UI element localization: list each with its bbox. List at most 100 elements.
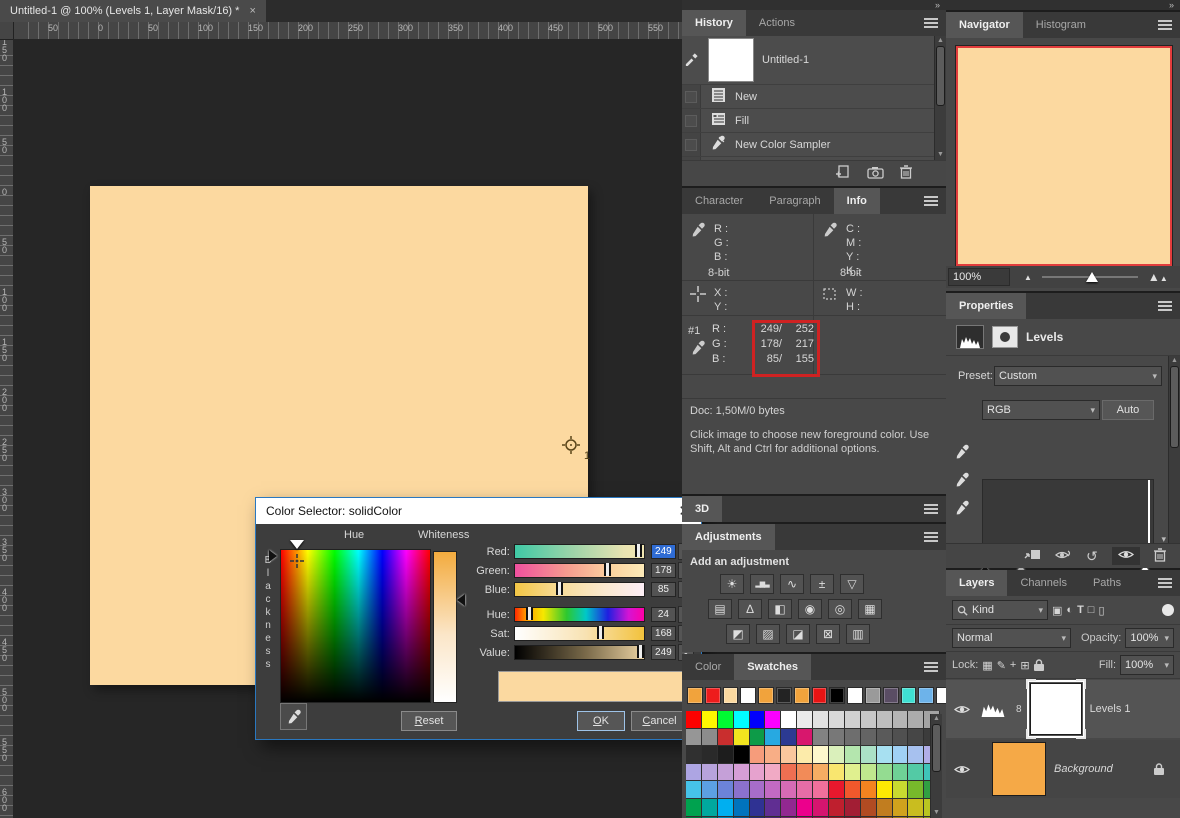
posterize-icon[interactable]: ▨ (756, 624, 780, 644)
auto-button[interactable]: Auto (1102, 400, 1154, 420)
swatch[interactable] (844, 728, 861, 747)
tab-adjustments[interactable]: Adjustments (682, 524, 775, 550)
history-state-row[interactable]: New (682, 85, 946, 109)
swatch[interactable] (717, 798, 734, 817)
swatch[interactable] (765, 798, 782, 817)
panel-menu-icon[interactable] (924, 496, 946, 522)
canvas-area[interactable]: 1 Color Selector: solidColor ✕ Hue White… (13, 39, 702, 818)
photo-filter-icon[interactable]: ◉ (798, 599, 822, 619)
swatch[interactable] (701, 781, 718, 799)
hue-saturation-icon[interactable]: ▤ (708, 599, 732, 619)
document-tab[interactable]: Untitled-1 @ 100% (Levels 1, Layer Mask/… (0, 0, 266, 22)
swatch[interactable] (749, 728, 766, 747)
rgb-eyedropper-icon[interactable] (690, 222, 706, 238)
fill-field[interactable]: 100% ▾ (1120, 655, 1174, 675)
swatch[interactable] (797, 711, 814, 729)
panel-collapse-bar[interactable]: » (946, 0, 1180, 10)
swatch[interactable] (717, 746, 734, 764)
swatch[interactable] (876, 763, 893, 782)
swatch[interactable] (686, 746, 702, 764)
zoom-out-icon[interactable]: ▲ (1024, 273, 1032, 282)
panel-menu-icon[interactable] (924, 524, 946, 550)
swatch[interactable] (892, 798, 909, 817)
swatch[interactable] (892, 728, 909, 747)
swatch[interactable] (733, 711, 750, 729)
swatch[interactable] (765, 763, 782, 782)
swatch[interactable] (829, 687, 846, 704)
preset-dropdown[interactable]: Custom ▾ (994, 366, 1162, 386)
layer-name[interactable]: Levels 1 (1090, 703, 1131, 715)
tab-layers[interactable]: Layers (946, 570, 1008, 596)
swatch[interactable] (844, 781, 861, 799)
swatch[interactable] (829, 728, 845, 747)
filter-adjustment-layers-icon[interactable]: ◐ (1066, 604, 1073, 616)
swatch[interactable] (876, 798, 893, 817)
swatch[interactable] (908, 798, 925, 817)
swatch[interactable] (749, 763, 766, 782)
history-state-row[interactable]: Fill (682, 109, 946, 133)
threshold-icon[interactable]: ◪ (786, 624, 810, 644)
swatch[interactable] (781, 763, 798, 782)
visibility-eye-icon[interactable] (1112, 547, 1140, 565)
gradient-map-icon[interactable]: ▥ (846, 624, 870, 644)
swatch[interactable] (686, 711, 702, 729)
scroll-up-icon[interactable]: ▲ (937, 36, 944, 46)
swatch[interactable] (918, 687, 935, 704)
slider-value-input[interactable]: 249 (650, 645, 676, 660)
tab-close-icon[interactable]: × (249, 5, 255, 17)
swatch[interactable] (686, 798, 702, 817)
swatch[interactable] (860, 728, 877, 747)
slider-value-input[interactable]: 249 (650, 544, 676, 559)
swatch[interactable] (717, 728, 734, 747)
swatch[interactable] (876, 746, 893, 764)
layer-mask-thumbnail[interactable] (1025, 679, 1086, 739)
filter-toggle-icon[interactable] (1162, 604, 1174, 616)
swatch[interactable] (722, 687, 739, 704)
swatch[interactable] (876, 728, 893, 747)
slider-value-input[interactable]: 24 (650, 607, 676, 622)
layer-name[interactable]: Background (1054, 763, 1113, 775)
toggle-visibility-state-icon[interactable] (1054, 549, 1072, 564)
slider-value-input[interactable]: 178 (650, 563, 676, 578)
lock-all-icon[interactable] (1033, 659, 1044, 671)
swatch[interactable] (797, 746, 814, 764)
cmyk-eyedropper-icon[interactable] (822, 222, 838, 238)
panel-menu-icon[interactable] (924, 10, 946, 36)
history-state-checkbox[interactable] (682, 109, 701, 132)
tab-character[interactable]: Character (682, 188, 756, 214)
swatch[interactable] (686, 763, 702, 782)
scroll-up-icon[interactable]: ▲ (933, 714, 940, 724)
history-state-checkbox[interactable] (682, 133, 701, 156)
swatch[interactable] (844, 711, 861, 729)
swatch[interactable] (892, 746, 909, 764)
slider-track[interactable] (513, 645, 645, 660)
swatch[interactable] (829, 763, 845, 782)
visibility-eye-icon[interactable] (954, 704, 970, 715)
levels-thumbnail-icon[interactable] (978, 701, 1008, 717)
swatch[interactable] (882, 687, 899, 704)
swatch[interactable] (781, 798, 798, 817)
swatch[interactable] (860, 711, 877, 729)
swatch[interactable] (860, 746, 877, 764)
lock-position-icon[interactable]: + (1010, 659, 1016, 671)
swatch[interactable] (813, 711, 830, 729)
tab-paragraph[interactable]: Paragraph (756, 188, 833, 214)
swatch[interactable] (781, 746, 798, 764)
scroll-thumb[interactable] (936, 46, 945, 106)
swatch[interactable] (797, 763, 814, 782)
swatch[interactable] (860, 798, 877, 817)
slider-value-input[interactable]: 168 (650, 626, 676, 641)
swatch[interactable] (765, 781, 782, 799)
snapshot-thumbnail[interactable] (708, 38, 754, 82)
scroll-down-icon[interactable]: ▼ (937, 150, 944, 160)
swatch[interactable] (733, 798, 750, 817)
blackness-marker-icon[interactable] (269, 550, 277, 562)
swatch[interactable] (686, 781, 702, 799)
panel-menu-icon[interactable] (924, 654, 946, 680)
swatch[interactable] (813, 746, 830, 764)
swatch[interactable] (781, 711, 798, 729)
tab-histogram[interactable]: Histogram (1023, 12, 1099, 38)
swatch[interactable] (829, 781, 845, 799)
swatch[interactable] (733, 728, 750, 747)
layer-row-levels-1[interactable]: 8 Levels 1 (946, 679, 1180, 739)
